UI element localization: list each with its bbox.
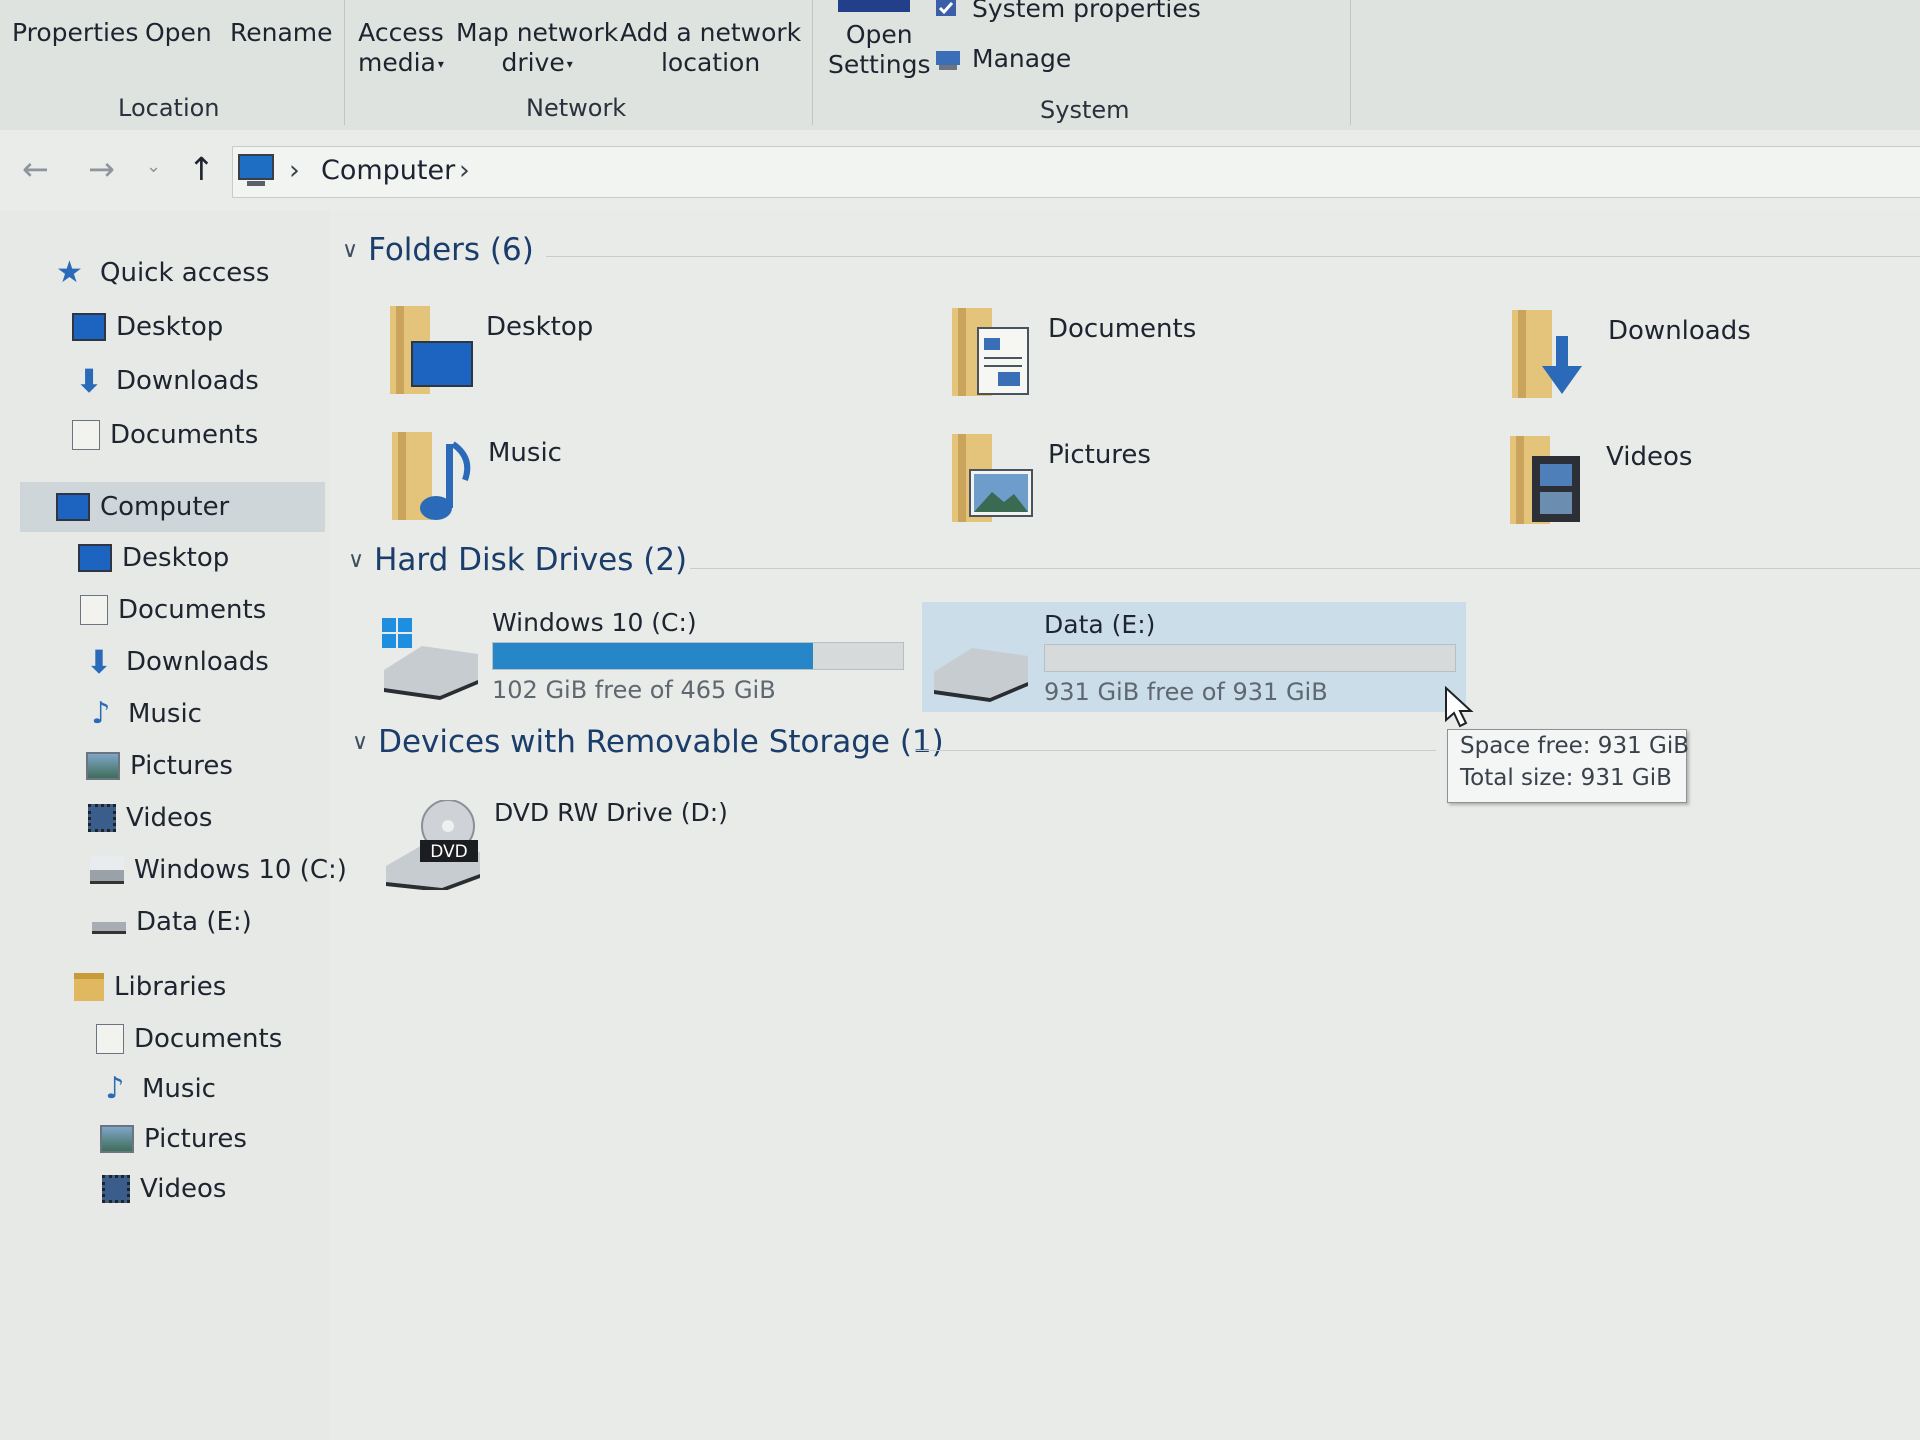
dropdown-caret-icon: ▾ [437, 57, 444, 71]
sidebar-item-computer-documents[interactable]: Documents [80, 587, 266, 633]
drive-c-usage-fill [493, 643, 813, 669]
recent-locations-chevron-icon[interactable]: ⌄ [146, 156, 161, 177]
computer-icon [56, 493, 90, 521]
dvd-badge: DVD [430, 842, 468, 862]
folders-section-header[interactable]: ∨ Folders (6) [342, 232, 534, 268]
document-icon [80, 595, 108, 625]
music-note-icon: ♪ [91, 696, 111, 731]
manage-icon [936, 51, 960, 70]
rename-button[interactable]: Rename [230, 18, 333, 48]
drive-windows-c[interactable]: Windows 10 (C:) 102 GiB free of 465 GiB [382, 600, 922, 710]
film-strip-icon [88, 804, 116, 832]
location-group-label: Location [118, 94, 220, 122]
drive-e-usage-bar [1044, 644, 1456, 672]
sidebar-item-computer-desktop[interactable]: Desktop [78, 535, 229, 581]
library-icon [74, 973, 104, 1001]
ribbon-separator [344, 0, 345, 125]
windows-drive-icon [90, 856, 124, 884]
sidebar-item-windows-c[interactable]: Windows 10 (C:) [90, 847, 347, 893]
sidebar-item-downloads[interactable]: ⬇ Downloads [72, 358, 259, 404]
open-settings-button[interactable]: Open Settings [828, 20, 931, 80]
ribbon-separator [812, 0, 813, 125]
section-divider [916, 750, 1436, 751]
removable-storage-section-header[interactable]: ∨ Devices with Removable Storage (1) [352, 724, 944, 760]
sidebar-item-libraries[interactable]: Libraries [74, 964, 226, 1010]
chevron-down-icon: ∨ [348, 547, 365, 573]
sidebar-item-computer[interactable]: Computer [20, 482, 325, 532]
downloads-folder-icon [1512, 310, 1582, 398]
network-group-label: Network [526, 94, 627, 122]
system-properties-button[interactable]: System properties [934, 0, 1201, 24]
music-folder-icon [392, 432, 471, 520]
properties-button[interactable]: Properties [12, 18, 138, 48]
sidebar-item-computer-downloads[interactable]: ⬇ Downloads [82, 639, 269, 685]
folder-desktop[interactable]: Desktop [386, 302, 886, 412]
folder-documents[interactable]: Documents [948, 304, 1448, 414]
drive-tooltip: Space free: 931 GiB Total size: 931 GiB [1447, 729, 1689, 803]
download-arrow-icon: ⬇ [85, 643, 113, 681]
sidebar-item-desktop[interactable]: Desktop [72, 304, 223, 350]
folder-videos[interactable]: Videos [1506, 432, 1920, 542]
music-note-icon: ♪ [105, 1071, 125, 1106]
picture-icon [100, 1125, 134, 1153]
dvd-drive-icon: DVD [386, 800, 480, 890]
sidebar-item-library-pictures[interactable]: Pictures [100, 1116, 247, 1162]
sidebar-item-computer-videos[interactable]: Videos [88, 795, 212, 841]
system-group-label: System [1040, 96, 1130, 124]
drive-data-e[interactable]: Data (E:) 931 GiB free of 931 GiB [922, 602, 1466, 712]
map-network-drive-button[interactable]: Map network drive ▾ [456, 18, 618, 79]
document-icon [96, 1024, 124, 1054]
ribbon: Properties Open Rename Location Access m… [0, 0, 1920, 131]
chevron-down-icon: ∨ [342, 237, 359, 263]
breadcrumb-separator-icon[interactable]: › [459, 155, 470, 186]
computer-icon [238, 154, 274, 186]
open-button[interactable]: Open [145, 18, 212, 48]
desktop-icon [72, 313, 106, 341]
sidebar-item-data-e[interactable]: Data (E:) [92, 899, 252, 945]
forward-arrow-icon[interactable]: → [88, 150, 115, 188]
documents-folder-icon [952, 308, 1029, 396]
access-media-button[interactable]: Access media ▾ [358, 18, 444, 79]
settings-icon [838, 0, 910, 12]
folder-music[interactable]: Music [388, 428, 888, 538]
pictures-folder-icon [952, 434, 1033, 522]
back-arrow-icon[interactable]: ← [22, 150, 49, 188]
dropdown-caret-icon: ▾ [566, 57, 573, 71]
up-arrow-icon[interactable]: ↑ [188, 150, 215, 188]
chevron-down-icon: ∨ [352, 729, 369, 755]
mouse-pointer-icon [1445, 686, 1474, 728]
hard-drive-icon [934, 648, 1028, 702]
drive-c-usage-bar [492, 642, 904, 670]
windows-drive-icon [382, 618, 478, 700]
film-strip-icon [102, 1175, 130, 1203]
sidebar-item-quick-access[interactable]: ★ Quick access [56, 250, 269, 296]
picture-icon [86, 752, 120, 780]
address-input[interactable]: › Computer › [232, 146, 1920, 198]
sidebar-item-library-music[interactable]: ♪ Music [98, 1066, 216, 1112]
sidebar-item-library-documents[interactable]: Documents [96, 1016, 282, 1062]
hard-drive-icon [92, 922, 126, 934]
ribbon-separator [1350, 0, 1351, 125]
download-arrow-icon: ⬇ [75, 362, 103, 400]
drive-dvd-d[interactable]: DVD DVD RW Drive (D:) [384, 790, 904, 900]
sidebar-item-library-videos[interactable]: Videos [102, 1166, 226, 1212]
system-properties-icon [936, 0, 956, 16]
hard-disk-drives-section-header[interactable]: ∨ Hard Disk Drives (2) [348, 542, 687, 578]
sidebar-item-computer-pictures[interactable]: Pictures [86, 743, 233, 789]
breadcrumb-computer[interactable]: Computer [321, 155, 455, 186]
folder-pictures[interactable]: Pictures [948, 430, 1448, 540]
sidebar-item-documents[interactable]: Documents [72, 412, 258, 458]
document-icon [72, 420, 100, 450]
breadcrumb-separator-icon[interactable]: › [289, 155, 300, 186]
add-network-location-button[interactable]: Add a network location [620, 18, 801, 78]
star-icon: ★ [56, 255, 83, 290]
sidebar-item-computer-music[interactable]: ♪ Music [84, 691, 202, 737]
desktop-icon [78, 544, 112, 572]
manage-button[interactable]: Manage [934, 44, 1071, 74]
section-divider [690, 568, 1920, 569]
folder-downloads[interactable]: Downloads [1508, 306, 1920, 416]
videos-folder-icon [1510, 436, 1580, 524]
desktop-folder-icon [390, 306, 473, 394]
section-divider [546, 256, 1920, 257]
